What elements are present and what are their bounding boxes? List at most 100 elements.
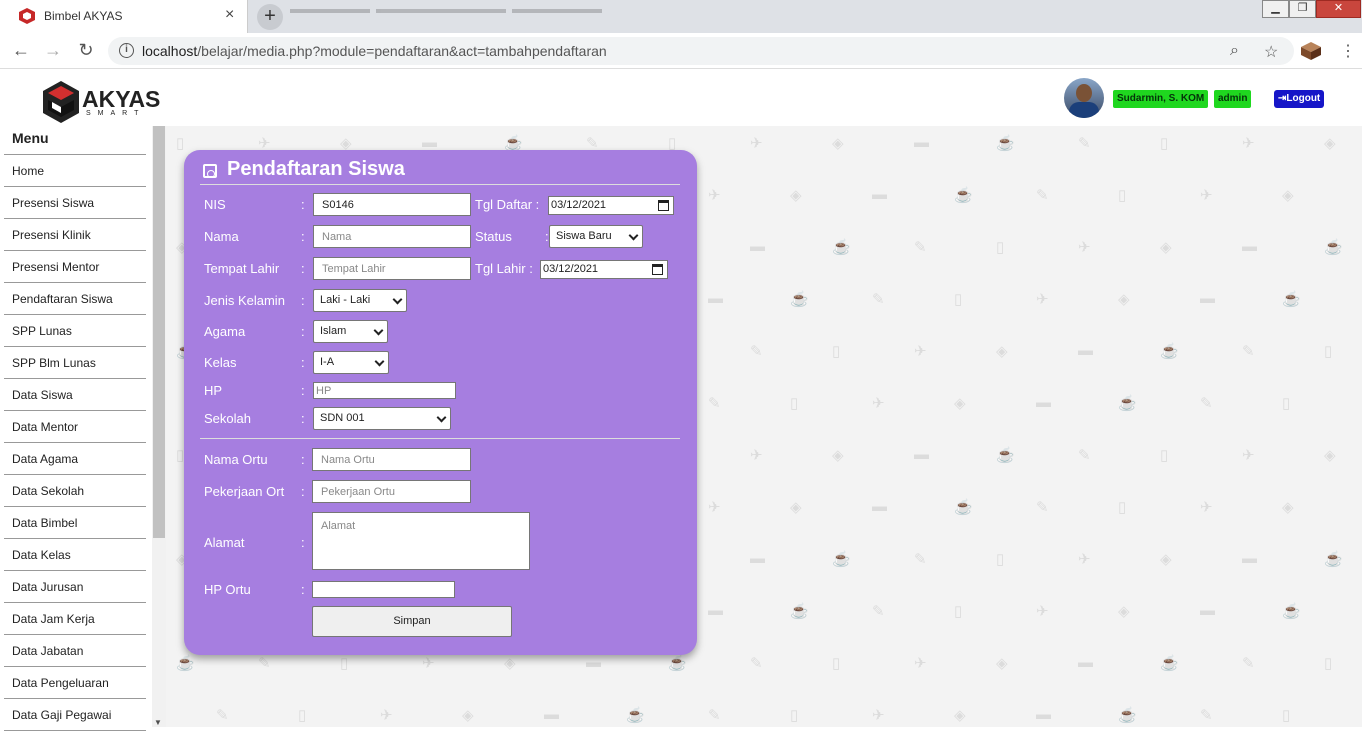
sidebar-item-data-pengeluaran[interactable]: Data Pengeluaran: [12, 676, 109, 690]
logout-button[interactable]: ⇥Logout: [1274, 90, 1325, 108]
save-icon: [203, 164, 217, 178]
background-pattern-icon: ▬: [544, 706, 559, 723]
background-pattern-icon: ☕: [176, 655, 195, 672]
sidebar-item-data-siswa[interactable]: Data Siswa: [12, 388, 73, 402]
background-pattern-icon: ◈: [1282, 499, 1294, 516]
background-pattern-icon: ✎: [1242, 655, 1255, 672]
background-pattern-icon: ▬: [708, 290, 723, 307]
avatar[interactable]: [1064, 78, 1104, 118]
sidebar-scroll-thumb[interactable]: [153, 126, 165, 538]
background-pattern-icon: ✈: [914, 343, 927, 360]
sidebar-item-data-jurusan[interactable]: Data Jurusan: [12, 580, 83, 594]
tab-close-icon[interactable]: ×: [225, 6, 234, 24]
chevron-down-icon: [628, 230, 639, 241]
extension-icon[interactable]: [1300, 41, 1322, 61]
minimize-icon[interactable]: ▁: [1262, 0, 1289, 18]
url-bar[interactable]: i localhost/belajar/media.php?module=pen…: [108, 37, 1294, 65]
menu-title: Menu: [12, 130, 49, 146]
tempat-lahir-label: Tempat Lahir: [204, 261, 280, 276]
background-pattern-icon: ◈: [1324, 447, 1336, 464]
background-pattern-icon: ◈: [1160, 239, 1172, 256]
menu-divider: [4, 282, 146, 283]
background-pattern-icon: ✈: [708, 499, 721, 516]
scroll-down-icon[interactable]: ▼: [154, 718, 162, 727]
nama-ortu-input[interactable]: [312, 448, 471, 471]
site-header: AKYAS SMART Sudarmin, S. KOM admin ⇥Logo…: [0, 70, 1362, 126]
sidebar-item-data-mentor[interactable]: Data Mentor: [12, 420, 78, 434]
brand-name: AKYAS: [82, 86, 161, 112]
hp-ortu-input[interactable]: [312, 581, 455, 598]
colon: :: [301, 229, 305, 244]
new-tab-button[interactable]: +: [257, 4, 283, 30]
hp-label: HP: [204, 383, 223, 398]
hp-input[interactable]: [313, 382, 456, 399]
sidebar-item-data-bimbel[interactable]: Data Bimbel: [12, 516, 77, 530]
url-text[interactable]: localhost/belajar/media.php?module=penda…: [142, 43, 607, 59]
hp-ortu-label: HP Ortu: [204, 582, 251, 597]
background-window-blur: [290, 0, 850, 33]
user-role-badge: admin: [1214, 90, 1252, 108]
simpan-button[interactable]: Simpan: [312, 606, 512, 637]
logo[interactable]: AKYAS SMART: [42, 80, 162, 124]
background-pattern-icon: ▯: [176, 135, 185, 152]
browser-tab[interactable]: Bimbel AKYAS ×: [0, 0, 248, 33]
sidebar-item-data-sekolah[interactable]: Data Sekolah: [12, 484, 84, 498]
agama-select[interactable]: Islam: [313, 320, 388, 343]
pekerjaan-ortu-input[interactable]: [312, 480, 471, 503]
sekolah-select[interactable]: SDN 001: [313, 407, 451, 430]
sidebar-item-presensi-klinik[interactable]: Presensi Klinik: [12, 228, 91, 242]
calendar-icon[interactable]: [652, 264, 663, 275]
sidebar-item-data-gaji-pegawai[interactable]: Data Gaji Pegawai: [12, 708, 111, 722]
colon: :: [301, 484, 305, 499]
background-pattern-icon: ✈: [422, 655, 435, 672]
more-icon[interactable]: ⋮: [1340, 41, 1356, 61]
tgl-daftar-field[interactable]: 03/12/2021: [548, 196, 674, 215]
info-icon[interactable]: i: [119, 43, 134, 58]
form-title: Pendaftaran Siswa: [227, 158, 405, 180]
nis-input[interactable]: [313, 193, 471, 216]
sidebar-item-data-jam-kerja[interactable]: Data Jam Kerja: [12, 612, 95, 626]
window-close-icon[interactable]: ✕: [1316, 0, 1361, 18]
user-name-badge: Sudarmin, S. KOM: [1113, 90, 1209, 108]
background-pattern-icon: ▬: [1242, 550, 1257, 567]
background-pattern-icon: ✎: [1078, 447, 1091, 464]
background-pattern-icon: ◈: [832, 135, 844, 152]
colon: :: [301, 293, 305, 308]
menu-divider: [4, 314, 146, 315]
menu-divider: [4, 378, 146, 379]
background-pattern-icon: ▯: [1160, 135, 1169, 152]
nama-input[interactable]: [313, 225, 471, 248]
sidebar-item-spp-lunas[interactable]: SPP Lunas: [12, 324, 72, 338]
tempat-lahir-input[interactable]: [313, 257, 471, 280]
reload-icon[interactable]: ↻: [75, 40, 97, 61]
background-pattern-icon: ✈: [872, 395, 885, 412]
brand-subtitle: SMART: [86, 110, 146, 117]
background-pattern-icon: ✎: [1200, 707, 1213, 724]
star-icon[interactable]: ☆: [1264, 42, 1278, 62]
calendar-icon[interactable]: [658, 200, 669, 211]
sidebar-item-home[interactable]: Home: [12, 164, 44, 178]
zoom-icon[interactable]: ⌕: [1230, 42, 1239, 60]
menu-divider: [4, 442, 146, 443]
sidebar-item-data-jabatan[interactable]: Data Jabatan: [12, 644, 83, 658]
alamat-textarea[interactable]: Alamat: [312, 512, 530, 570]
status-select[interactable]: Siswa Baru: [549, 225, 643, 248]
sidebar-item-pendaftaran-siswa[interactable]: Pendaftaran Siswa: [12, 292, 113, 306]
background-pattern-icon: ✎: [1036, 187, 1049, 204]
menu-divider: [4, 250, 146, 251]
address-bar: ← → ↻ i localhost/belajar/media.php?modu…: [0, 33, 1362, 69]
background-pattern-icon: ▯: [832, 655, 841, 672]
background-pattern-icon: ✎: [708, 707, 721, 724]
jenis-kelamin-select[interactable]: Laki - Laki: [313, 289, 407, 312]
sidebar-item-data-agama[interactable]: Data Agama: [12, 452, 78, 466]
alamat-label: Alamat: [204, 535, 245, 550]
forward-arrow-icon[interactable]: →: [42, 40, 64, 61]
sidebar-item-spp-blm-lunas[interactable]: SPP Blm Lunas: [12, 356, 96, 370]
sidebar-item-data-kelas[interactable]: Data Kelas: [12, 548, 71, 562]
kelas-select[interactable]: I-A: [313, 351, 389, 374]
sidebar-item-presensi-mentor[interactable]: Presensi Mentor: [12, 260, 99, 274]
sidebar-item-presensi-siswa[interactable]: Presensi Siswa: [12, 196, 94, 210]
back-arrow-icon[interactable]: ←: [10, 40, 32, 61]
maximize-icon[interactable]: ❐: [1289, 0, 1316, 18]
tgl-lahir-field[interactable]: 03/12/2021: [540, 260, 668, 279]
